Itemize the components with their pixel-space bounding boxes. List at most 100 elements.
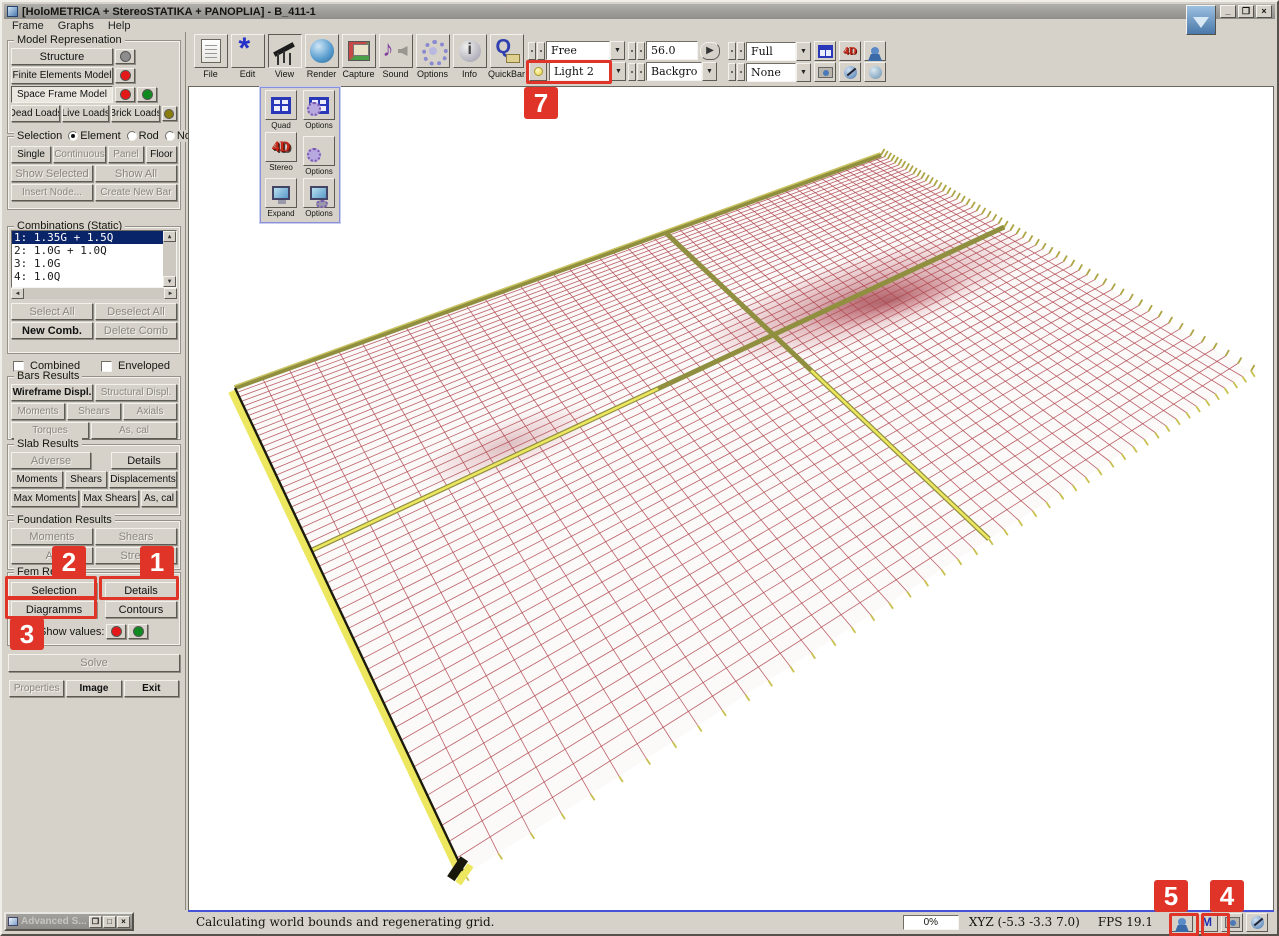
dock-arrow-button[interactable] <box>1186 5 1216 35</box>
edit-icon-frame[interactable] <box>231 34 265 68</box>
node-radio[interactable] <box>165 131 175 141</box>
tiny-button[interactable] <box>728 63 736 81</box>
mini-restore-button[interactable]: ❒ <box>89 916 102 928</box>
slab-as-cal-button[interactable]: As, cal <box>141 490 177 507</box>
tiny-button[interactable] <box>637 63 645 81</box>
toolbar-file-button[interactable]: File <box>192 34 229 86</box>
brick-loads-button[interactable]: Brick Loads <box>111 105 159 122</box>
slab-moments-button[interactable]: Moments <box>11 471 63 488</box>
structure-led-button[interactable] <box>115 49 135 64</box>
solve-button[interactable]: Solve <box>8 654 180 672</box>
exit-button[interactable]: Exit <box>124 680 179 697</box>
globe-icon[interactable] <box>864 62 886 82</box>
stereo-options-icon-frame[interactable] <box>303 136 335 166</box>
mini-close-button[interactable]: × <box>117 916 130 928</box>
menu-graphs[interactable]: Graphs <box>58 20 94 32</box>
figure-icon[interactable] <box>864 41 886 61</box>
menu-help[interactable]: Help <box>108 20 131 32</box>
tiny-button[interactable] <box>628 42 636 60</box>
displacements-button[interactable]: Displacements <box>109 471 177 488</box>
max-shears-button[interactable]: Max Shears <box>81 490 139 507</box>
file-icon-frame[interactable] <box>194 34 228 68</box>
advanced-settings-window[interactable]: Advanced S... ❒ □ × <box>4 912 134 931</box>
show-values-red-button[interactable] <box>106 624 126 639</box>
palette-expand-button[interactable]: Expand <box>262 178 300 218</box>
play-icon[interactable]: ▶ <box>700 42 720 60</box>
scroll-down-icon[interactable]: ▼ <box>163 276 176 287</box>
floor-button[interactable]: Floor <box>146 146 177 163</box>
palette-options-button[interactable]: Options <box>300 178 338 218</box>
mini-maximize-button[interactable]: □ <box>103 916 116 928</box>
detail-combobox[interactable]: Full ▼ <box>746 42 811 61</box>
chevron-down-icon[interactable]: ▼ <box>796 42 811 61</box>
sfm-red-led-button[interactable] <box>115 87 135 102</box>
tiny-button[interactable] <box>737 63 745 81</box>
deselect-all-button[interactable]: Deselect All <box>95 303 177 320</box>
view-icon-frame[interactable] <box>268 34 302 68</box>
horizontal-scrollbar[interactable]: ◄ ► <box>11 288 177 299</box>
bars-shears-button[interactable]: Shears <box>67 403 121 420</box>
capture-icon-frame[interactable] <box>342 34 376 68</box>
tiny-button[interactable] <box>528 42 536 60</box>
grid-view-icon[interactable] <box>814 41 836 61</box>
toolbar-edit-button[interactable]: Edit <box>229 34 266 86</box>
slab-shears-button[interactable]: Shears <box>65 471 107 488</box>
sphere-status-button[interactable] <box>1246 913 1268 932</box>
tiny-button[interactable] <box>728 42 736 60</box>
palette-options-button[interactable]: Options <box>300 136 338 176</box>
properties-button[interactable]: Properties <box>9 680 64 697</box>
rod-radio[interactable] <box>127 131 137 141</box>
max-moments-button[interactable]: Max Moments <box>11 490 79 507</box>
toolbar-info-button[interactable]: Info <box>451 34 488 86</box>
bars-moments-button[interactable]: Moments <box>11 403 65 420</box>
new-comb-button[interactable]: New Comb. <box>11 322 93 339</box>
select-all-button[interactable]: Select All <box>11 303 93 320</box>
scroll-right-icon[interactable]: ► <box>164 288 177 299</box>
finite-elements-button[interactable]: Finite Elements Model <box>11 67 113 84</box>
delete-comb-button[interactable]: Delete Comb <box>95 322 177 339</box>
palette-stereo-button[interactable]: 4DStereo <box>262 132 300 172</box>
fem-led-button[interactable] <box>115 68 135 83</box>
toolbar-options-button[interactable]: Options <box>414 34 451 86</box>
toolbar-view-button[interactable]: View <box>266 34 303 86</box>
space-frame-button[interactable]: Space Frame Model <box>11 86 113 103</box>
show-selected-button[interactable]: Show Selected <box>11 165 93 182</box>
render-icon-frame[interactable] <box>305 34 339 68</box>
sound-icon-frame[interactable] <box>379 34 413 68</box>
image-button[interactable]: Image <box>66 680 121 697</box>
quad-view-icon-frame[interactable] <box>265 90 297 120</box>
torques-button[interactable]: Torques <box>11 422 89 439</box>
palette-quad-button[interactable]: Quad <box>262 90 300 130</box>
dead-loads-button[interactable]: Dead Loads <box>11 105 60 122</box>
toolbar-render-button[interactable]: Render <box>303 34 340 86</box>
scroll-up-icon[interactable]: ▲ <box>163 231 176 242</box>
chevron-down-icon[interactable]: ▼ <box>796 63 811 82</box>
bars-axials-button[interactable]: Axials <box>123 403 177 420</box>
single-button[interactable]: Single <box>11 146 51 163</box>
quickbar-icon-frame[interactable] <box>490 34 524 68</box>
toolbar-quickbar-button[interactable]: QuickBar <box>488 34 525 86</box>
vertical-scrollbar[interactable]: ▲ ▼ <box>163 231 176 287</box>
toolbar-capture-button[interactable]: Capture <box>340 34 377 86</box>
continuous-button[interactable]: Continuous <box>53 146 106 163</box>
restore-button[interactable]: ❒ <box>1238 5 1254 18</box>
bars-as-cal-button[interactable]: As, cal <box>91 422 177 439</box>
combination-item[interactable]: 3: 1.0G <box>12 257 163 270</box>
options-icon-frame[interactable] <box>416 34 450 68</box>
combination-item[interactable]: 2: 1.0G + 1.0Q <box>12 244 163 257</box>
brick-led-button[interactable] <box>162 106 177 121</box>
tiny-button[interactable] <box>737 42 745 60</box>
4d-icon[interactable]: 4D <box>839 41 861 61</box>
show-values-green-button[interactable] <box>128 624 148 639</box>
combination-item[interactable]: 4: 1.0Q <box>12 270 163 283</box>
info-icon-frame[interactable] <box>453 34 487 68</box>
panel-button[interactable]: Panel <box>108 146 144 163</box>
create-new-bar-button[interactable]: Create New Bar <box>95 184 177 201</box>
close-button[interactable]: × <box>1256 5 1272 18</box>
structural-displ-button[interactable]: Structural Displ. <box>95 384 177 401</box>
material-icon[interactable] <box>839 62 861 82</box>
insert-node-button[interactable]: Insert Node... <box>11 184 93 201</box>
contours-button[interactable]: Contours <box>105 601 177 618</box>
wireframe-displ-button[interactable]: Wireframe Displ. <box>11 384 93 401</box>
foundation-moments-button[interactable]: Moments <box>11 528 93 545</box>
